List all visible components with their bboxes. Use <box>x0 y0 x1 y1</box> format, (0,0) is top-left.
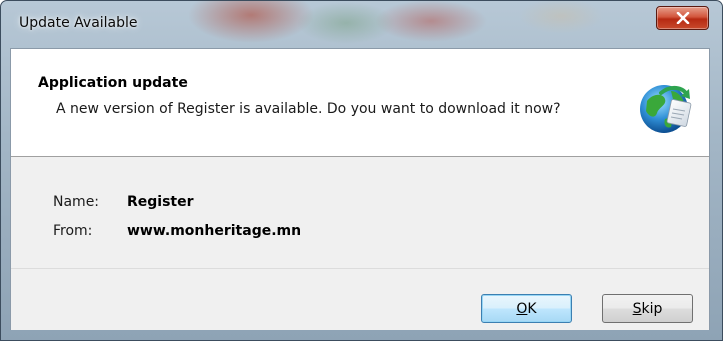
header-title: Application update <box>38 75 188 91</box>
header-description: A new version of Register is available. … <box>56 101 561 117</box>
skip-label-rest: kip <box>641 300 663 317</box>
skip-accelerator: S <box>632 300 642 317</box>
header-band: Application update A new version of Regi… <box>11 49 709 157</box>
name-value: Register <box>127 194 194 210</box>
ok-button[interactable]: OK <box>481 294 572 323</box>
close-button[interactable] <box>656 6 709 30</box>
window-title: Update Available <box>19 15 138 31</box>
from-label: From: <box>53 223 93 239</box>
update-dialog-window: Update Available Application update A ne… <box>0 0 723 341</box>
skip-button[interactable]: Skip <box>602 294 693 323</box>
name-label: Name: <box>53 194 100 210</box>
from-value: www.monheritage.mn <box>127 223 302 239</box>
globe-update-icon <box>640 85 692 133</box>
title-bar[interactable]: Update Available <box>1 1 722 47</box>
close-icon <box>676 12 689 24</box>
ok-accelerator: O <box>516 300 528 317</box>
ok-label-rest: K <box>527 300 537 317</box>
button-bar: OK Skip <box>11 268 709 330</box>
dialog-content: Application update A new version of Regi… <box>10 48 710 330</box>
